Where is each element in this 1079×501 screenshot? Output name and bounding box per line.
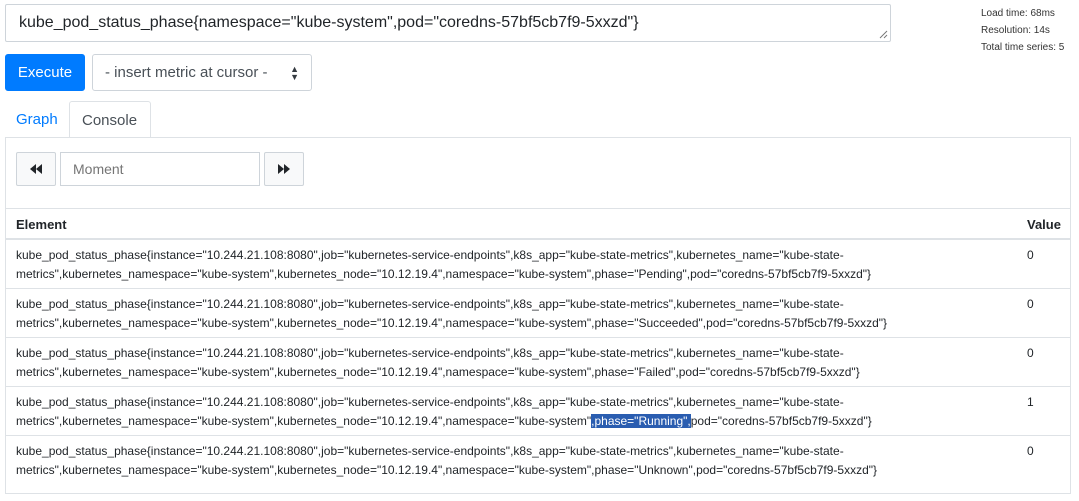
table-header: Element Value [6, 208, 1070, 240]
load-time: Load time: 68ms [981, 8, 1055, 19]
rewind-icon [30, 164, 42, 174]
series-line1: kube_pod_status_phase{instance="10.244.2… [16, 395, 844, 409]
table-row: kube_pod_status_phase{instance="10.244.2… [6, 289, 1070, 338]
series-line2: metrics",kubernetes_namespace="kube-syst… [16, 463, 595, 477]
selected-text: ,phase="Running", [591, 414, 691, 428]
next-moment-button[interactable] [264, 152, 304, 186]
table-row: kube_pod_status_phase{instance="10.244.2… [6, 436, 1070, 485]
execute-button[interactable]: Execute [5, 54, 85, 91]
fast-forward-icon [278, 164, 290, 174]
table-row: kube_pod_status_phase{instance="10.244.2… [6, 387, 1070, 436]
series-line2: metrics",kubernetes_namespace="kube-syst… [16, 316, 595, 330]
series-element: kube_pod_status_phase{instance="10.244.2… [16, 295, 916, 333]
series-value: 0 [1027, 346, 1034, 360]
series-value: 0 [1027, 444, 1034, 458]
expression-input-text[interactable]: kube_pod_status_phase{namespace="kube-sy… [19, 14, 639, 32]
series-line1: kube_pod_status_phase{instance="10.244.2… [16, 248, 844, 262]
series-element: kube_pod_status_phase{instance="10.244.2… [16, 442, 916, 480]
series-line2-end: phase="Failed",pod="coredns-57bf5cb7f9-5… [594, 365, 860, 379]
query-stats: Load time: 68ms Resolution: 14s Total ti… [981, 5, 1064, 56]
table-row: kube_pod_status_phase{instance="10.244.2… [6, 240, 1070, 289]
tab-console[interactable]: Console [69, 101, 151, 138]
series-line1: kube_pod_status_phase{instance="10.244.2… [16, 346, 844, 360]
series-element: kube_pod_status_phase{instance="10.244.2… [16, 393, 916, 431]
column-header-value: Value [1027, 217, 1061, 232]
resize-grip-icon[interactable] [879, 30, 888, 39]
series-value: 0 [1027, 297, 1034, 311]
series-line2-end: pod="coredns-57bf5cb7f9-5xxzd"} [690, 414, 872, 428]
series-line2-end: phase="Unknown",pod="coredns-57bf5cb7f9-… [594, 463, 878, 477]
table-row: kube_pod_status_phase{instance="10.244.2… [6, 338, 1070, 387]
series-value: 1 [1027, 395, 1034, 409]
expression-input[interactable]: kube_pod_status_phase{namespace="kube-sy… [5, 4, 891, 42]
series-line2: metrics",kubernetes_namespace="kube-syst… [16, 365, 595, 379]
column-header-element: Element [16, 217, 67, 232]
resolution: Resolution: 14s [981, 25, 1050, 36]
series-line2-end: phase="Succeeded",pod="coredns-57bf5cb7f… [594, 316, 888, 330]
series-element: kube_pod_status_phase{instance="10.244.2… [16, 246, 916, 284]
series-line1: kube_pod_status_phase{instance="10.244.2… [16, 444, 844, 458]
up-down-arrows-icon: ▲ ▼ [290, 64, 299, 82]
tab-graph[interactable]: Graph [5, 101, 69, 138]
previous-moment-button[interactable] [16, 152, 56, 186]
series-line1: kube_pod_status_phase{instance="10.244.2… [16, 297, 844, 311]
insert-metric-select-value: - insert metric at cursor - [105, 64, 268, 81]
insert-metric-select[interactable]: - insert metric at cursor - ▲ ▼ [92, 54, 312, 91]
moment-input[interactable] [60, 152, 260, 186]
series-line2-end: phase="Pending",pod="coredns-57bf5cb7f9-… [594, 267, 872, 281]
series-element: kube_pod_status_phase{instance="10.244.2… [16, 344, 916, 382]
console-panel: Element Value kube_pod_status_phase{inst… [5, 137, 1071, 494]
series-line2: metrics",kubernetes_namespace="kube-syst… [16, 414, 592, 428]
series-line2: metrics",kubernetes_namespace="kube-syst… [16, 267, 595, 281]
series-value: 0 [1027, 248, 1034, 262]
total-time-series: Total time series: 5 [981, 42, 1065, 53]
